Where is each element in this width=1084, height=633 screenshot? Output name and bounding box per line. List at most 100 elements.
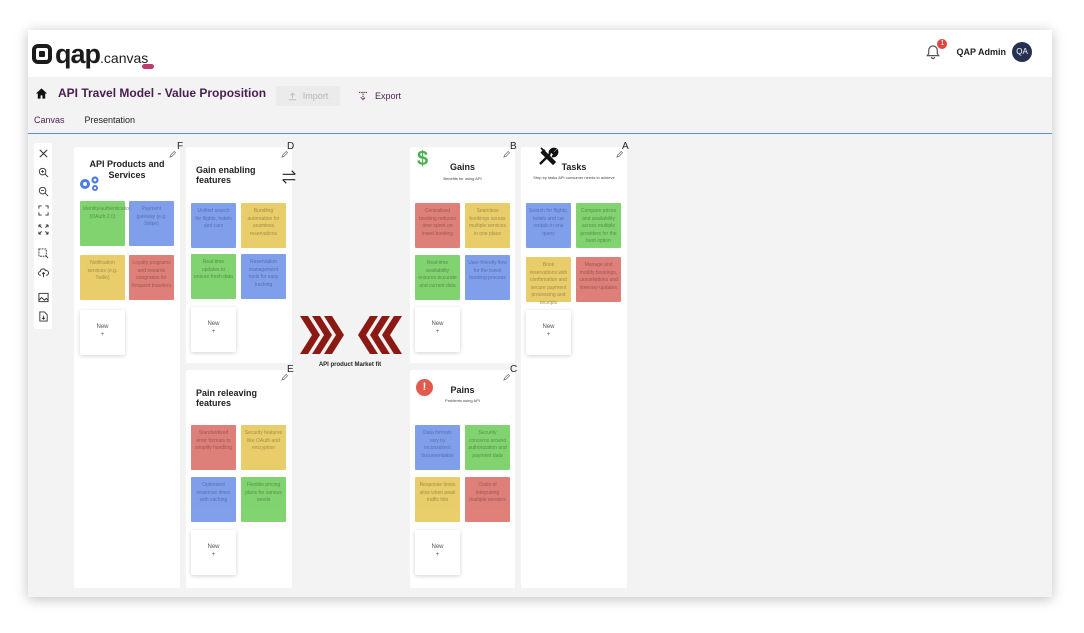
logo-icon [32, 44, 52, 64]
logo-badge [142, 64, 154, 69]
notification-badge: 1 [937, 39, 948, 49]
logo-text: qap [55, 38, 101, 69]
tab-bar: Canvas Presentation [34, 115, 135, 125]
import-label: Import [302, 91, 329, 101]
new-label: New [542, 324, 555, 330]
sticky-note[interactable]: Notification services (e.g. Twilio) [80, 255, 125, 300]
tab-canvas[interactable]: Canvas [34, 115, 65, 125]
panel-letter: E [287, 364, 294, 375]
panel-letter: F [177, 141, 184, 152]
sticky-note[interactable]: Manage and modify bookings, cancellation… [576, 257, 621, 302]
top-bar: qap .canvas 1 QAP Admin QA [28, 30, 1052, 77]
document-export-icon[interactable] [36, 310, 50, 323]
new-note-button[interactable]: New + [191, 307, 236, 352]
canvas-toolbar [34, 143, 52, 329]
select-area-icon[interactable] [36, 247, 50, 260]
panel-letter: C [510, 364, 518, 375]
zoom-in-icon[interactable] [36, 166, 50, 179]
tab-presentation[interactable]: Presentation [85, 115, 136, 125]
sticky-note[interactable]: Bundling automation for seamless reserva… [241, 203, 286, 248]
panel-subtitle: Benefits for using API [443, 176, 482, 181]
panel-products-services: F API Products and Services Identity/aut… [74, 141, 183, 588]
plus-icon: + [211, 552, 216, 559]
new-label: New [207, 544, 220, 550]
image-export-icon[interactable] [36, 291, 50, 304]
sticky-note[interactable]: Compare prices and availability across m… [576, 203, 621, 248]
sticky-note[interactable]: Optimized response times with caching [191, 477, 236, 522]
market-fit-arrows-icon [300, 316, 402, 354]
sticky-note[interactable]: Real-time updates to ensure fresh data [191, 254, 236, 299]
new-note-button[interactable]: New + [415, 307, 460, 352]
plus-icon: + [546, 332, 551, 339]
avatar[interactable]: QA [1012, 42, 1032, 62]
panel-title: Gain enabling features [196, 165, 256, 185]
sticky-note[interactable]: Reservation management tools for easy tr… [241, 254, 286, 299]
panel-gains: B $ Gains Benefits for using API Central… [410, 141, 517, 363]
plus-icon: + [435, 329, 440, 336]
fit-screen-icon[interactable] [36, 204, 50, 217]
panel-title: Tasks [561, 162, 587, 172]
sticky-note[interactable]: Flexible pricing plans for various needs [241, 477, 286, 522]
edit-icon[interactable] [616, 151, 623, 158]
upload-icon [288, 92, 296, 100]
edit-icon[interactable] [281, 151, 288, 158]
plus-icon: + [435, 552, 440, 559]
sticky-note[interactable]: Identity/authentication (OAuth 2.0) [80, 201, 132, 246]
sticky-note[interactable]: Payment gateway (e.g. Stripe) [129, 201, 174, 246]
sticky-note[interactable]: Loyalty programs and rewards integration… [129, 255, 174, 300]
user-name[interactable]: QAP Admin [956, 47, 1006, 57]
new-note-button[interactable]: New + [415, 530, 460, 575]
new-label: New [96, 324, 109, 330]
new-label: New [207, 321, 220, 327]
sticky-note[interactable]: Seamless bookings across multiple servic… [465, 203, 510, 248]
sticky-note[interactable]: Response times slow when peak traffic hi… [415, 477, 460, 522]
panel-title: Pains [450, 385, 475, 395]
new-note-button[interactable]: New + [191, 530, 236, 575]
home-icon[interactable] [35, 87, 48, 100]
panel-subtitle: Problems using API [445, 398, 480, 403]
sticky-note[interactable]: Real-time availability ensures accurate … [415, 255, 460, 300]
edit-icon[interactable] [503, 374, 510, 381]
sticky-note[interactable]: Search for flights, hotels and car renta… [526, 203, 571, 248]
user-area: 1 QAP Admin QA [924, 39, 1032, 62]
panel-gain-enabling: D Gain enabling features Unified search … [186, 141, 296, 363]
export-label: Export [375, 91, 402, 101]
swap-arrows-icon[interactable] [280, 168, 298, 186]
panel-pain-releaving: E Pain releaving features Standardized e… [186, 364, 294, 588]
edit-icon[interactable] [281, 374, 288, 381]
panel-tasks: A Tasks Step by tasks API consumer needs… [521, 141, 629, 588]
zoom-out-icon[interactable] [36, 185, 50, 198]
sticky-note[interactable]: User-friendly flow for the travel bookin… [465, 255, 510, 300]
sticky-note[interactable]: Costs of integrating multiple vendors [465, 477, 510, 522]
edit-icon[interactable] [169, 151, 176, 158]
panel-letter: D [287, 141, 295, 152]
market-fit-label: API product Market fit [318, 362, 382, 368]
panel-title: API Products and Services [89, 159, 165, 181]
logo[interactable]: qap .canvas [32, 38, 154, 69]
logo-subtext: .canvas [100, 50, 149, 66]
sticky-note[interactable]: Security concerns around authorization a… [465, 425, 510, 470]
fullscreen-icon[interactable] [36, 223, 50, 236]
import-button[interactable]: Import [276, 86, 340, 106]
new-label: New [431, 321, 444, 327]
close-icon[interactable] [36, 147, 50, 160]
new-note-button[interactable]: New + [526, 310, 571, 355]
panel-letter: A [622, 141, 629, 152]
panel-title: Pain releaving features [196, 388, 258, 408]
panel-letter: B [510, 141, 517, 152]
sticky-note[interactable]: Book reservations with confirmation and … [526, 257, 571, 306]
sticky-note[interactable]: Centralized booking reduces time spent o… [415, 203, 460, 248]
sticky-note[interactable]: Data formats vary by inconsistent docume… [415, 425, 460, 470]
edit-icon[interactable] [503, 151, 510, 158]
plus-icon: + [100, 332, 105, 339]
sticky-note[interactable]: Security features like OAuth and encrypt… [241, 425, 286, 470]
export-button[interactable]: Export [358, 86, 401, 106]
panel-subtitle: Step by tasks API consumer needs to achi… [533, 175, 615, 180]
new-note-button[interactable]: New + [80, 310, 125, 355]
sticky-note[interactable]: Standardized error formats to simplify h… [191, 425, 236, 470]
download-icon [359, 91, 367, 101]
sticky-note[interactable]: Unified search for flights, hotels and c… [191, 203, 236, 248]
cloud-upload-icon[interactable] [36, 266, 50, 279]
notification-bell-icon[interactable]: 1 [924, 39, 948, 61]
new-label: New [431, 544, 444, 550]
